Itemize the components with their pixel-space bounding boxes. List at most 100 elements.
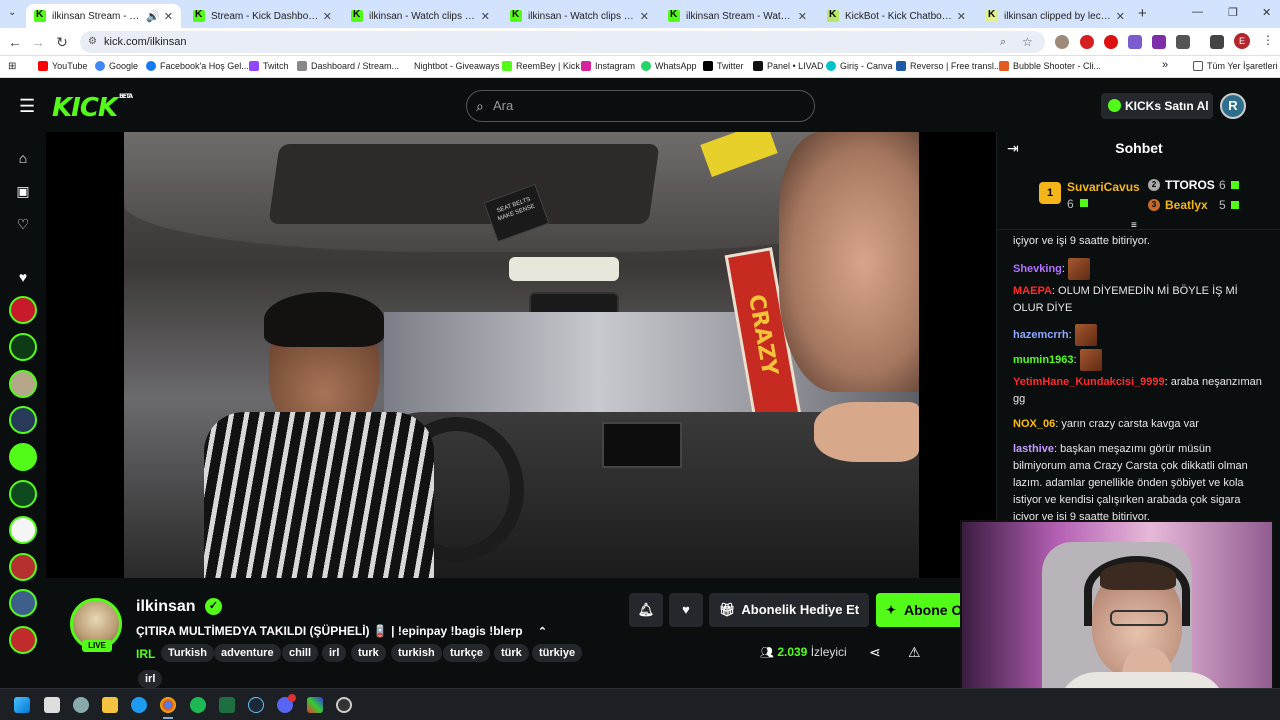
reload-icon[interactable]: ↻ (52, 32, 72, 52)
close-tab-icon[interactable]: ✕ (323, 10, 332, 23)
leader-3-name[interactable]: Beatlyx (1165, 198, 1208, 212)
extension-pen-icon[interactable] (1128, 35, 1142, 49)
apps-grid-icon[interactable]: ⊞ (8, 61, 16, 72)
reading-list-icon[interactable] (1210, 35, 1224, 49)
tag[interactable]: turk (351, 644, 386, 662)
share-icon[interactable]: ⋖ (869, 644, 881, 661)
user-avatar[interactable]: R (1220, 93, 1246, 119)
obs-app-icon[interactable] (307, 697, 323, 713)
tag[interactable]: adventure (214, 644, 281, 662)
tab-7[interactable]: ilkinsan clipped by leclercurry✕ (978, 4, 1133, 28)
buy-kicks-button[interactable]: KICKs Satın Al (1101, 93, 1213, 119)
minimize-window-icon[interactable]: — (1192, 6, 1203, 18)
zoom-icon[interactable]: ⌕ (1000, 31, 1006, 53)
notifications-button[interactable]: 🔔︎ (629, 593, 663, 627)
followed-channel-avatar[interactable] (9, 443, 37, 471)
tab-4[interactable]: ilkinsan - Watch clips on Kick✕ (502, 4, 657, 28)
close-tab-icon[interactable]: ✕ (164, 10, 173, 23)
follow-button[interactable]: ♥ (669, 593, 703, 627)
extension-2-icon[interactable] (1080, 35, 1094, 49)
followed-channel-avatar[interactable] (9, 626, 37, 654)
file-explorer-icon[interactable] (102, 697, 118, 713)
leader-2-name[interactable]: TTOROS (1165, 178, 1215, 192)
profile-avatar[interactable]: E (1234, 33, 1250, 49)
obs-studio-icon[interactable] (336, 697, 352, 713)
tab-search-icon[interactable]: ⌄ (8, 7, 16, 18)
leader-1-name[interactable]: SuvariCavus (1067, 180, 1140, 194)
bookmark-nightbot[interactable]: Nightbot - Giveaways (414, 61, 500, 71)
chevron-up-icon[interactable]: ⌃ (538, 626, 547, 638)
close-tab-icon[interactable]: ✕ (481, 10, 490, 23)
close-window-icon[interactable]: ✕ (1262, 6, 1271, 19)
spotify-icon[interactable] (190, 697, 206, 713)
task-view-icon[interactable] (44, 697, 60, 713)
following-heart-icon[interactable]: ♡ (14, 215, 32, 233)
kick-logo[interactable]: KICK BETA (52, 93, 133, 123)
tag[interactable]: türk (494, 644, 529, 662)
windows-start-icon[interactable] (14, 697, 30, 713)
all-bookmarks-folder[interactable]: Tüm Yer İşaretleri (1193, 61, 1278, 71)
followed-channel-avatar[interactable] (9, 480, 37, 508)
site-info-icon[interactable]: ⚙ (88, 31, 97, 53)
browser-menu-icon[interactable]: ⋮ (1262, 33, 1274, 47)
expand-leaderboard-icon[interactable]: ≡ (1131, 220, 1137, 231)
forward-icon[interactable]: → (28, 32, 48, 52)
chrome-icon[interactable] (160, 697, 176, 713)
followed-channel-avatar[interactable] (9, 333, 37, 361)
subscribe-button[interactable]: ✦ Abone Ol (876, 593, 966, 627)
tag[interactable]: türkiye (532, 644, 583, 662)
tab-3[interactable]: ilkinsan - Watch clips on Kick✕ (343, 4, 498, 28)
bookmark-whatsapp[interactable]: WhatsApp (641, 61, 697, 71)
followed-channel-avatar[interactable] (9, 553, 37, 581)
followed-channel-avatar[interactable] (9, 589, 37, 617)
twitter-app-icon[interactable] (131, 697, 147, 713)
channel-name[interactable]: ilkinsan (136, 598, 196, 616)
browse-icon[interactable]: ▣ (14, 182, 32, 200)
excel-icon[interactable] (219, 697, 235, 713)
bookmark-star-icon[interactable]: ☆ (1022, 31, 1033, 53)
bookmark-google[interactable]: Google (95, 61, 138, 71)
bookmark-facebook[interactable]: Facebook'a Hoş Gel... (146, 61, 249, 71)
report-icon[interactable]: ⚠ (908, 644, 921, 661)
tag[interactable]: irl (138, 670, 163, 688)
category-link[interactable]: IRL (136, 647, 155, 661)
gift-subscription-button[interactable]: 🎁︎ Abonelik Hediye Et (709, 593, 869, 627)
bookmark-twitter[interactable]: Twitter (703, 61, 744, 71)
search-input[interactable]: ⌕ Ara (466, 90, 815, 122)
followed-channel-avatar[interactable] (9, 406, 37, 434)
bookmark-dashboard[interactable]: Dashboard / Stream... (297, 61, 399, 71)
tab-6[interactable]: KickBot - Kick Chatbot, Alerts,✕ (819, 4, 974, 28)
settings-icon[interactable] (73, 697, 89, 713)
bookmark-reembey[interactable]: ReemBey | Kick (502, 61, 580, 71)
extension-5-icon[interactable] (1152, 35, 1166, 49)
bookmark-canva[interactable]: Giriş - Canva (826, 61, 893, 71)
more-bookmarks-icon[interactable]: » (1162, 59, 1168, 71)
new-tab-button[interactable]: + (1138, 5, 1147, 22)
bookmark-livad[interactable]: Panel • LIVAD (753, 61, 824, 71)
followed-heart-icon[interactable]: ♥ (14, 268, 32, 286)
home-icon[interactable]: ⌂ (14, 149, 32, 167)
followed-channel-avatar[interactable] (9, 370, 37, 398)
tag[interactable]: chill (282, 644, 319, 662)
tab-2[interactable]: Stream - Kick Dashboard✕ (185, 4, 340, 28)
video-player[interactable]: CRAZY SEAT BELTS MAKE SENSE (46, 132, 996, 578)
close-tab-icon[interactable]: ✕ (1116, 10, 1125, 23)
tab-5[interactable]: ilkinsan Stream - Watch Live on✕ (660, 4, 815, 28)
speaker-icon[interactable]: 🔊 (146, 10, 160, 23)
tag[interactable]: Turkish (161, 644, 214, 662)
extensions-puzzle-icon[interactable] (1176, 35, 1190, 49)
tab-1[interactable]: ilkinsan Stream - Watch Live on 🔊 ✕ (26, 4, 181, 28)
bookmark-reverso[interactable]: Reverso | Free transl... (896, 61, 1001, 71)
bookmark-instagram[interactable]: Instagram (581, 61, 635, 71)
followed-channel-avatar[interactable] (9, 516, 37, 544)
close-tab-icon[interactable]: ✕ (798, 10, 807, 23)
tag[interactable]: irl (322, 644, 347, 662)
adblock-icon[interactable] (1104, 35, 1118, 49)
followed-channel-avatar[interactable] (9, 296, 37, 324)
bookmark-twitch[interactable]: Twitch (249, 61, 289, 71)
tag[interactable]: turkish (391, 644, 442, 662)
hamburger-menu-icon[interactable]: ☰ (19, 96, 35, 117)
extension-1-icon[interactable] (1055, 35, 1069, 49)
close-tab-icon[interactable]: ✕ (957, 10, 966, 23)
back-icon[interactable]: ← (5, 32, 25, 52)
